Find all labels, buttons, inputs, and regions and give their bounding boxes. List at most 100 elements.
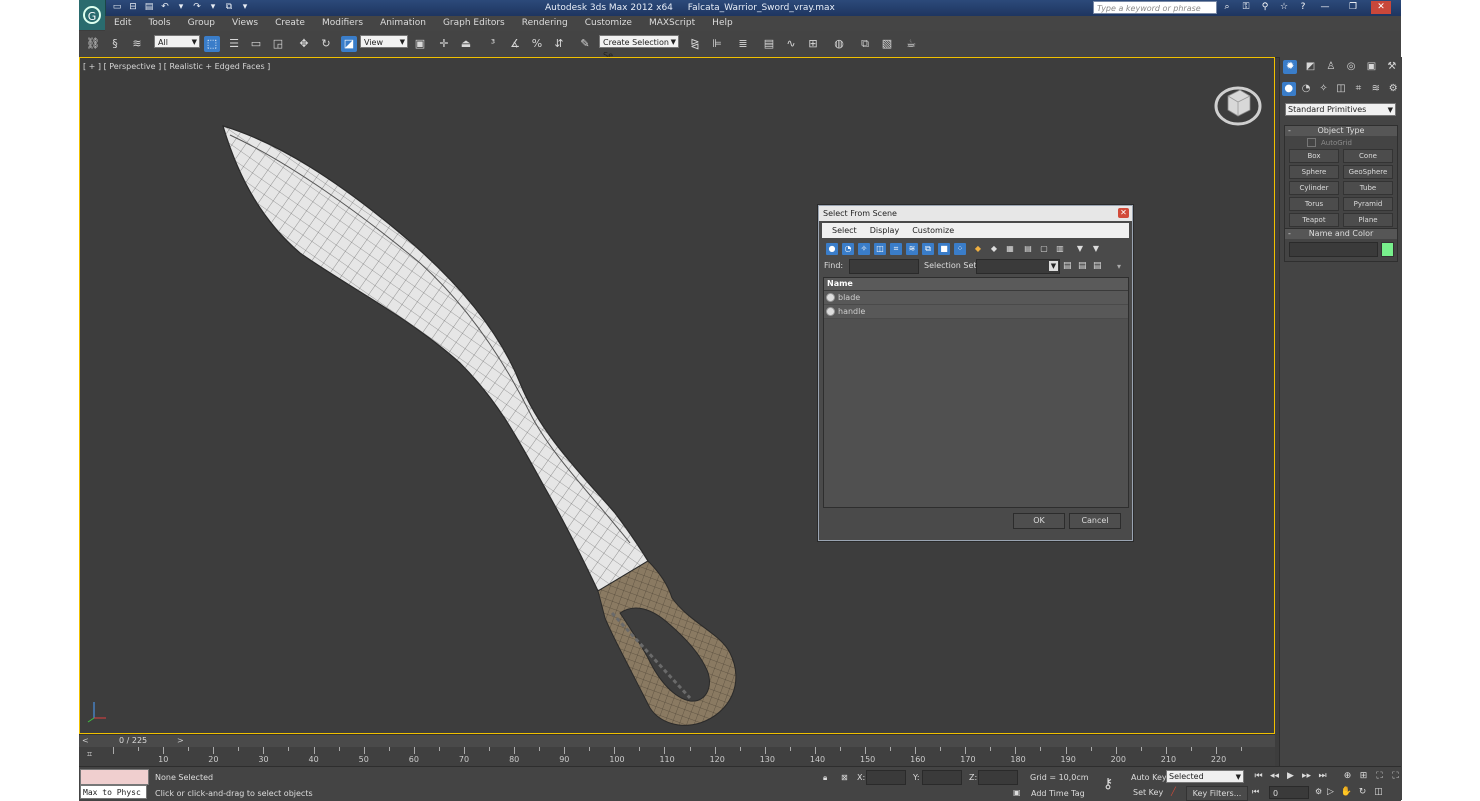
viewcube-icon[interactable]: [1214, 80, 1262, 128]
zoom-all-icon[interactable]: ⊞: [1357, 770, 1370, 782]
display-bones-icon[interactable]: ⁘: [954, 243, 966, 255]
display-cameras-icon[interactable]: ◫: [874, 243, 886, 255]
display-helpers-icon[interactable]: ⌗: [890, 243, 902, 255]
help-search-input[interactable]: Type a keyword or phrase: [1093, 1, 1217, 14]
maxscript-listener-output[interactable]: [80, 769, 149, 785]
dialog-close-button[interactable]: ✕: [1118, 208, 1129, 218]
current-frame-field[interactable]: 0: [1269, 786, 1309, 799]
create-selection-set-icon[interactable]: ▤: [1063, 261, 1072, 271]
display-geometry-icon[interactable]: ●: [826, 243, 838, 255]
dialog-title-bar[interactable]: Select From Scene: [819, 206, 1132, 221]
ok-button[interactable]: OK: [1013, 513, 1065, 529]
lock-selection-icon[interactable]: 🔒︎: [823, 773, 827, 783]
teapot-button[interactable]: Teapot: [1289, 213, 1339, 227]
menu-group[interactable]: Group: [179, 16, 223, 31]
select-by-name-icon[interactable]: ☰: [226, 36, 242, 52]
time-slider[interactable]: < 0 / 225 >: [79, 734, 1275, 747]
filter-options-icon[interactable]: ▼: [1090, 243, 1102, 255]
go-to-start-icon[interactable]: ⏮: [1252, 770, 1265, 782]
menu-views[interactable]: Views: [223, 16, 266, 31]
qat-more-icon[interactable]: ▾: [239, 2, 251, 13]
zoom-icon[interactable]: ⊕: [1341, 770, 1354, 782]
favorites-star-icon[interactable]: ☆: [1278, 2, 1290, 13]
plane-button[interactable]: Plane: [1343, 213, 1393, 227]
pan-view-icon[interactable]: ✋: [1340, 786, 1353, 798]
close-button[interactable]: ✕: [1371, 1, 1391, 14]
undo-icon[interactable]: ↶: [159, 2, 171, 13]
object-color-swatch[interactable]: [1381, 242, 1394, 257]
remove-from-selection-set-icon[interactable]: ▤: [1093, 261, 1102, 271]
project-folder-icon[interactable]: ⧉: [223, 2, 235, 13]
percent-snap-icon[interactable]: %: [529, 36, 545, 52]
torus-button[interactable]: Torus: [1289, 197, 1339, 211]
zoom-extents-icon[interactable]: ⛶: [1373, 770, 1386, 782]
display-xrefs-icon[interactable]: ■: [938, 243, 950, 255]
cylinder-button[interactable]: Cylinder: [1289, 181, 1339, 195]
toolbar-expand-icon[interactable]: ▾: [1117, 262, 1121, 271]
find-input[interactable]: [849, 259, 919, 274]
add-time-tag[interactable]: Add Time Tag: [1031, 789, 1085, 798]
menu-help[interactable]: Help: [703, 16, 741, 31]
render-production-icon[interactable]: ☕: [903, 36, 919, 52]
x-coordinate-field[interactable]: [866, 770, 906, 785]
field-of-view-icon[interactable]: ▷: [1324, 786, 1337, 798]
object-category-dropdown[interactable]: Standard Primitives ▼: [1285, 103, 1396, 116]
angle-snap-icon[interactable]: ∡: [507, 36, 523, 52]
redo-icon[interactable]: ↷: [191, 2, 203, 13]
hierarchy-tab-icon[interactable]: ♙: [1324, 60, 1338, 74]
geosphere-button[interactable]: GeoSphere: [1343, 165, 1393, 179]
display-tab-icon[interactable]: ▣: [1364, 60, 1378, 74]
time-tag-icon[interactable]: ▣: [1013, 788, 1021, 797]
helpers-icon[interactable]: ⌗: [1351, 82, 1365, 96]
spinner-snap-icon[interactable]: ⇵: [551, 36, 567, 52]
mini-curve-editor-icon[interactable]: ⌗: [87, 750, 101, 761]
cameras-icon[interactable]: ◫: [1334, 82, 1348, 96]
utilities-tab-icon[interactable]: ⚒: [1385, 60, 1399, 74]
menu-edit[interactable]: Edit: [105, 16, 139, 31]
menu-tools[interactable]: Tools: [139, 16, 178, 31]
binoculars-icon[interactable]: ⌕: [1221, 2, 1233, 13]
menu-maxscript[interactable]: MAXScript: [640, 16, 703, 31]
key-mode-dropdown[interactable]: Selected ▼: [1166, 770, 1244, 783]
select-move-icon[interactable]: ✥: [296, 36, 312, 52]
play-icon[interactable]: ▶: [1284, 770, 1297, 782]
window-crossing-icon[interactable]: ◲: [270, 36, 286, 52]
key-filters-button[interactable]: Key Filters...: [1186, 786, 1248, 801]
menu-rendering[interactable]: Rendering: [513, 16, 576, 31]
pyramid-button[interactable]: Pyramid: [1343, 197, 1393, 211]
new-file-icon[interactable]: ▭: [111, 2, 123, 13]
menu-customize[interactable]: Customize: [576, 16, 640, 31]
cancel-button[interactable]: Cancel: [1069, 513, 1121, 529]
set-key-mode-icon[interactable]: ⚷: [1103, 776, 1113, 792]
display-hidden-icon[interactable]: ▦: [1004, 243, 1016, 255]
display-frozen-icon[interactable]: ◆: [988, 243, 1000, 255]
sphere-button[interactable]: Sphere: [1289, 165, 1339, 179]
zoom-extents-all-icon[interactable]: ⛶: [1389, 770, 1402, 782]
pivot-center-icon[interactable]: ▣: [412, 36, 428, 52]
display-none-icon[interactable]: ▢: [1038, 243, 1050, 255]
graphite-ribbon-icon[interactable]: ▤: [761, 36, 777, 52]
track-bar[interactable]: ⌗ 10 20 30 40 50 60 70 80 90 100 110 120 130 140 150 16…: [79, 747, 1275, 766]
auto-key-button[interactable]: Auto Key: [1131, 773, 1167, 782]
object-type-header[interactable]: - Object Type: [1285, 126, 1397, 136]
restore-button[interactable]: ❐: [1343, 1, 1363, 14]
maxscript-mini-listener[interactable]: Max to Physc: [80, 785, 147, 799]
list-item[interactable]: blade: [824, 291, 1128, 305]
display-all-icon[interactable]: ▤: [1022, 243, 1034, 255]
create-tab-icon[interactable]: ✹: [1283, 60, 1298, 74]
unlink-icon[interactable]: §: [107, 36, 123, 52]
help-icon[interactable]: ?: [1297, 2, 1309, 13]
set-key-button[interactable]: Set Key: [1133, 788, 1163, 797]
mirror-icon[interactable]: ⧎: [687, 36, 703, 52]
default-tangent-icon[interactable]: ╱: [1171, 787, 1176, 796]
subscription-icon[interactable]: ⚿: [1240, 2, 1252, 13]
modify-tab-icon[interactable]: ◩: [1303, 60, 1317, 74]
open-file-icon[interactable]: ⊟: [127, 2, 139, 13]
viewport-label[interactable]: [ + ] [ Perspective ] [ Realistic + Edge…: [83, 62, 270, 71]
key-mode-toggle-icon[interactable]: ⏮: [1252, 787, 1259, 797]
link-icon[interactable]: ⛓: [85, 36, 101, 52]
motion-tab-icon[interactable]: ◎: [1344, 60, 1358, 74]
next-frame-icon[interactable]: ▸▸: [1300, 770, 1313, 782]
menu-animation[interactable]: Animation: [371, 16, 434, 31]
go-to-end-icon[interactable]: ⏭: [1316, 770, 1329, 782]
